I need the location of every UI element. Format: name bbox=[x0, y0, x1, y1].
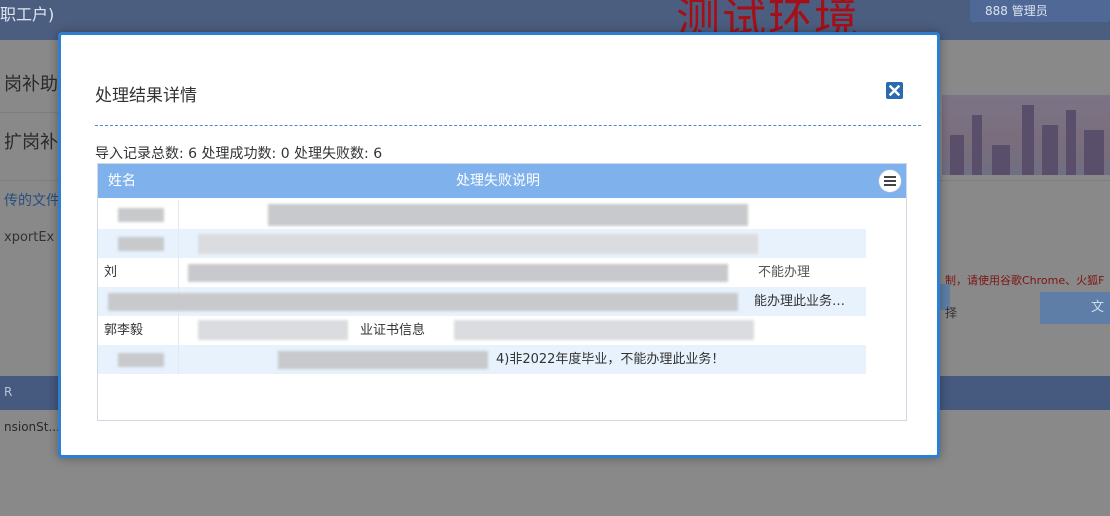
bg-menu-item-1[interactable]: 岗补助 bbox=[4, 70, 58, 96]
grid-header: 姓名 处理失败说明 bbox=[98, 164, 906, 198]
failure-result-grid: 姓名 处理失败说明 刘 不能办理 能办理此业务… 郭李毅 业证书信息 4)非20… bbox=[97, 163, 907, 421]
table-row[interactable]: 郭李毅 业证书信息 bbox=[98, 316, 866, 345]
modal-title: 处理结果详情 bbox=[95, 86, 197, 106]
redacted-block bbox=[268, 204, 748, 226]
table-row[interactable] bbox=[98, 200, 866, 229]
bg-header-title: 职工户) bbox=[0, 5, 55, 24]
cell-name: 郭李毅 bbox=[104, 323, 144, 338]
bg-user-label: 888 管理员 bbox=[985, 4, 1048, 18]
cell-reason: 业证书信息 bbox=[360, 323, 426, 338]
hamburger-menu-icon bbox=[884, 176, 896, 186]
bg-export-text: xportEx bbox=[4, 230, 55, 245]
bg-city-banner-image bbox=[942, 95, 1110, 175]
table-row[interactable]: 刘 不能办理 bbox=[98, 258, 866, 287]
redacted-block bbox=[278, 351, 488, 369]
bg-table-cell: nsionSt... bbox=[4, 420, 60, 434]
column-header-reason[interactable]: 处理失败说明 bbox=[456, 164, 540, 198]
cell-name: 刘 bbox=[104, 265, 118, 280]
redacted-block bbox=[188, 264, 728, 282]
bg-file-button[interactable]: 文 bbox=[1040, 292, 1110, 324]
cell-reason: 能办理此业务… bbox=[754, 294, 846, 309]
redacted-block bbox=[198, 234, 758, 254]
bg-uploaded-files-link[interactable]: 传的文件 bbox=[4, 190, 60, 210]
bg-menu-item-2[interactable]: 扩岗补 bbox=[4, 128, 58, 154]
close-icon bbox=[889, 85, 900, 96]
bg-select-label: 择 bbox=[945, 306, 958, 320]
modal-divider bbox=[95, 125, 921, 126]
table-row[interactable]: 4)非2022年度毕业，不能办理此业务！ bbox=[98, 345, 866, 374]
redacted-block bbox=[198, 320, 348, 340]
cell-reason: 不能办理 bbox=[758, 265, 811, 280]
bg-table-header-text: R bbox=[4, 385, 13, 399]
cell-reason: 4)非2022年度毕业，不能办理此业务！ bbox=[496, 352, 725, 367]
column-header-name[interactable]: 姓名 bbox=[108, 164, 136, 198]
close-button[interactable] bbox=[886, 82, 903, 99]
table-row[interactable] bbox=[98, 229, 866, 258]
bg-browser-warning: 制，请使用谷歌Chrome、火狐F bbox=[945, 274, 1105, 287]
redacted-block bbox=[118, 237, 164, 251]
table-row[interactable]: 能办理此业务… bbox=[98, 287, 866, 316]
redacted-block bbox=[454, 320, 754, 340]
redacted-block bbox=[108, 293, 738, 311]
redacted-block bbox=[118, 353, 164, 367]
import-summary: 导入记录总数: 6 处理成功数: 0 处理失败数: 6 bbox=[95, 146, 383, 162]
redacted-block bbox=[118, 208, 164, 222]
result-details-modal: 处理结果详情 导入记录总数: 6 处理成功数: 0 处理失败数: 6 姓名 处理… bbox=[58, 32, 940, 458]
column-menu-button[interactable] bbox=[878, 169, 902, 193]
